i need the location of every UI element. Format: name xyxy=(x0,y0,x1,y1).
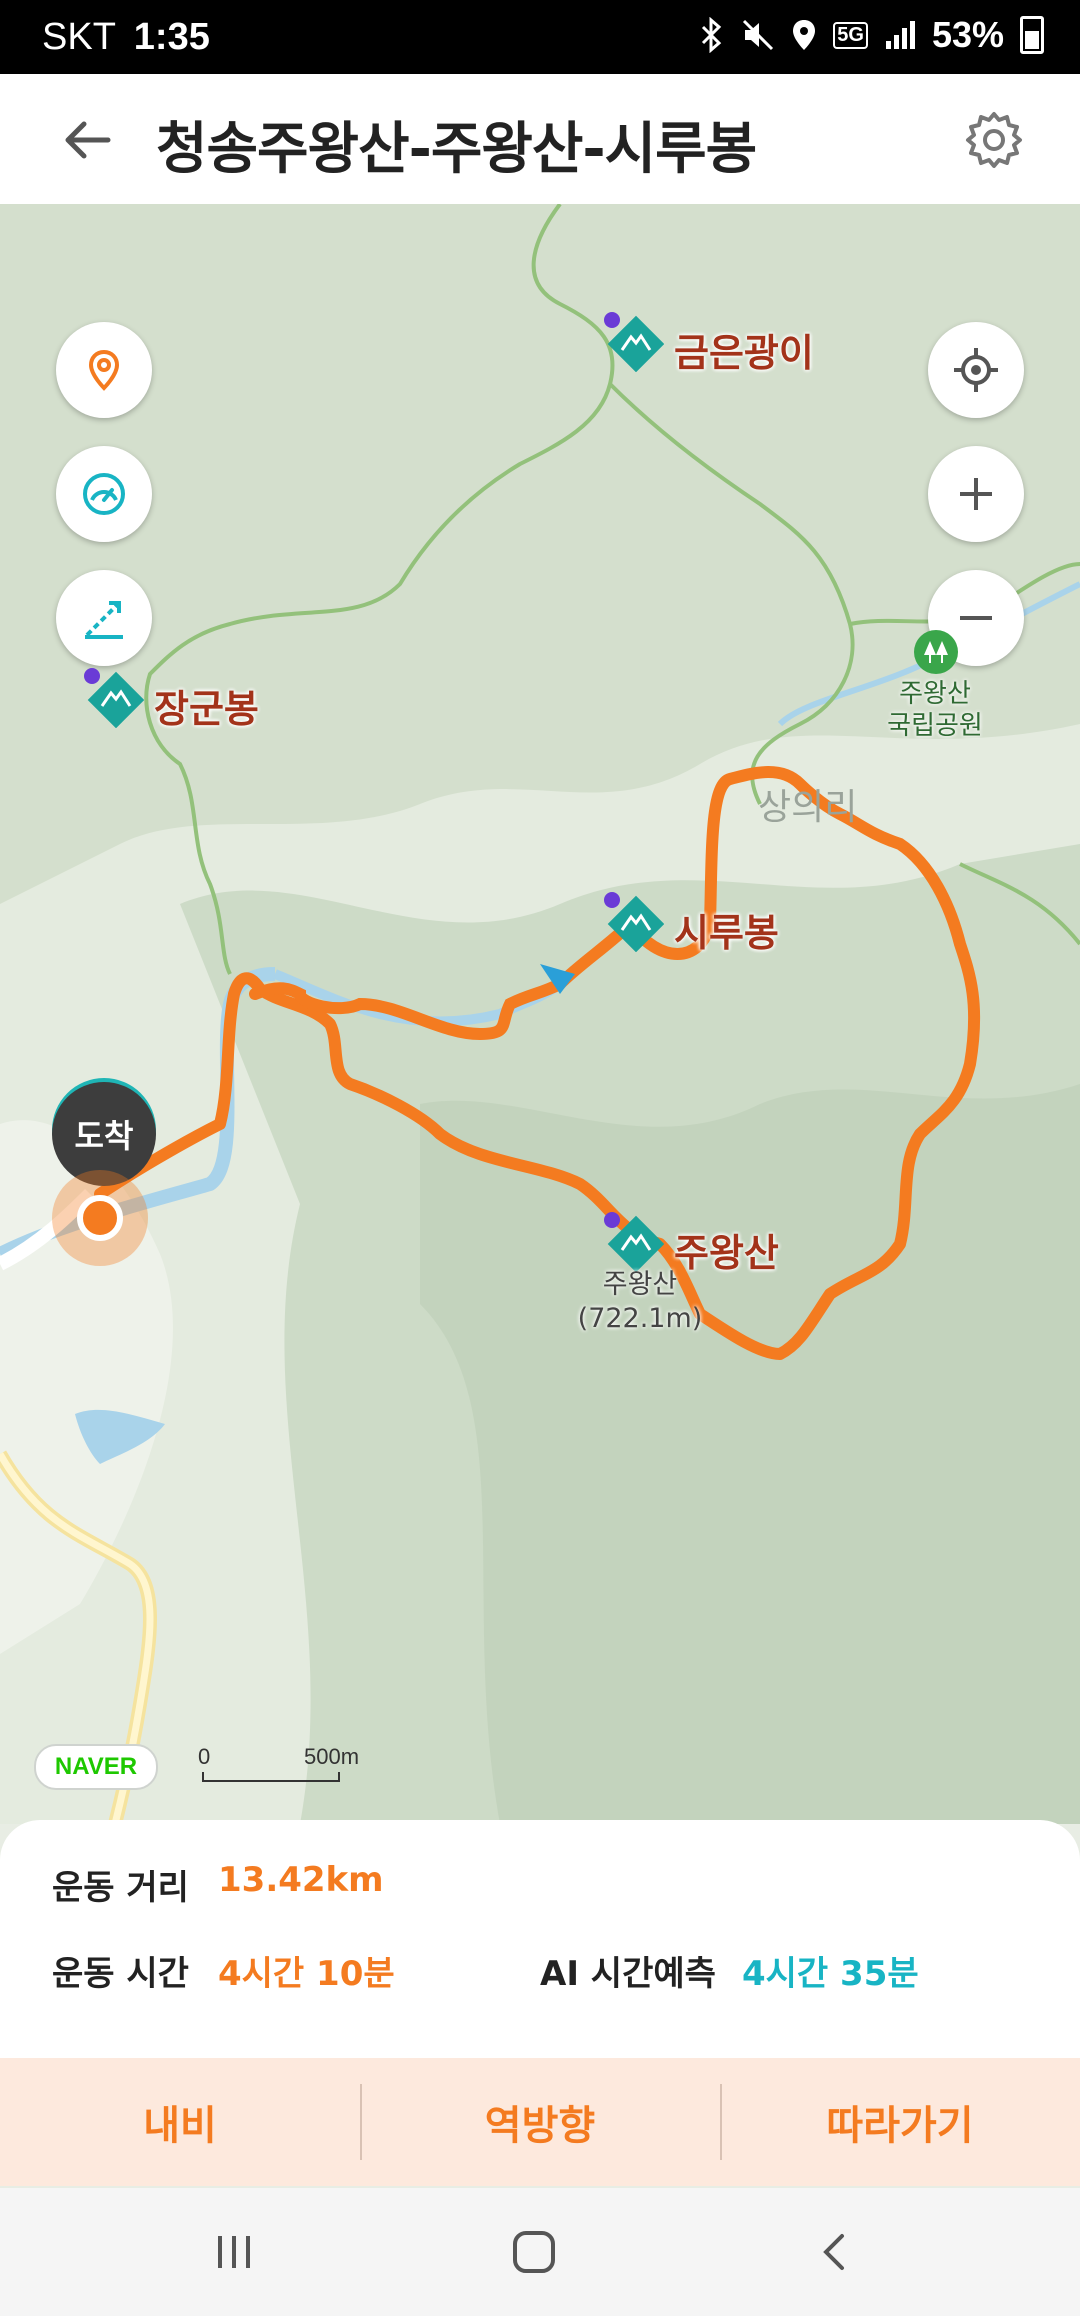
clock: 1:35 xyxy=(133,16,210,58)
recent-apps-icon xyxy=(218,2236,250,2268)
zoom-out-icon xyxy=(960,616,992,620)
mountain-icon xyxy=(84,668,145,729)
status-bar: SKT 1:35 5G 53% xyxy=(0,0,1080,74)
mountain-icon xyxy=(604,892,665,953)
locate-button[interactable] xyxy=(928,322,1024,418)
reverse-button[interactable]: 역방향 xyxy=(360,2058,720,2186)
signal-icon xyxy=(885,21,915,49)
battery-icon xyxy=(1020,16,1044,54)
mute-icon xyxy=(743,19,774,51)
page-title: 청송주왕산-주왕산-시루봉 xyxy=(156,117,757,182)
park-marker[interactable] xyxy=(914,630,958,674)
action-bar: 내비 역방향 따라가기 xyxy=(0,2058,1080,2186)
carrier-name: SKT xyxy=(42,16,116,58)
navi-button[interactable]: 내비 xyxy=(0,2058,360,2186)
zoom-in-button[interactable] xyxy=(928,446,1024,542)
battery-percent: 53% xyxy=(931,14,1004,55)
peak-label: 장군봉 xyxy=(154,687,259,731)
mountain-icon xyxy=(604,312,665,373)
peak-detail: 주왕산 (722.1m) xyxy=(577,1269,703,1334)
zoom-in-icon xyxy=(960,478,992,510)
speed-button[interactable] xyxy=(56,446,152,542)
ai-time-label: AI 시간예측 xyxy=(540,1954,716,1994)
bluetooth-icon xyxy=(702,17,722,53)
system-nav-bar xyxy=(0,2188,1080,2316)
location-icon xyxy=(793,20,816,50)
peak-marker-sirubong[interactable] xyxy=(604,892,665,953)
time-label: 운동 시간 xyxy=(52,1954,189,1994)
peak-marker-janggunbong[interactable] xyxy=(84,668,145,729)
ai-time-value: 4시간 35분 xyxy=(742,1954,919,1994)
home-button[interactable] xyxy=(504,2222,564,2282)
stats-panel: 운동 거리 13.42km 운동 시간 4시간 10분 AI 시간예측 4시간 … xyxy=(0,1820,1080,2060)
pin-icon xyxy=(88,349,120,391)
tree-icon xyxy=(924,641,948,663)
distance-value: 13.42km xyxy=(218,1860,384,1900)
back-button[interactable] xyxy=(56,108,120,172)
app-header: 청송주왕산-주왕산-시루봉 xyxy=(0,74,1080,206)
village-label: 상의리 xyxy=(758,787,858,828)
system-back-button[interactable] xyxy=(806,2222,866,2282)
peak-marker-geumeungwangi[interactable] xyxy=(604,312,665,373)
park-label: 주왕산 국립공원 xyxy=(887,679,983,741)
map-scale: 0 500m xyxy=(198,1744,368,1784)
peak-marker-juwangsan[interactable] xyxy=(604,1212,665,1273)
back-icon xyxy=(823,2234,844,2270)
5g-icon: 5G xyxy=(833,21,868,49)
map-terrain xyxy=(0,204,1080,1824)
speedometer-icon xyxy=(83,473,125,515)
map-view[interactable]: 금은광이 장군봉 시루봉 주왕산 주왕산 (722.1m) 주왕산 국립공원 상… xyxy=(0,204,1080,1824)
gear-icon xyxy=(966,112,1022,168)
poi-pin-button[interactable] xyxy=(56,322,152,418)
locate-icon xyxy=(954,348,998,392)
settings-button[interactable] xyxy=(962,108,1026,172)
time-value: 4시간 10분 xyxy=(218,1954,395,1994)
peak-label: 시루봉 xyxy=(674,911,779,955)
current-location-dot xyxy=(77,1195,123,1241)
mountain-icon xyxy=(604,1212,665,1273)
elevation-button[interactable] xyxy=(56,570,152,666)
distance-label: 운동 거리 xyxy=(52,1868,189,1908)
home-icon xyxy=(513,2231,555,2273)
back-arrow-icon xyxy=(65,121,111,159)
naver-logo: NAVER xyxy=(34,1744,158,1790)
start-point-marker[interactable] xyxy=(52,1170,148,1266)
follow-button[interactable]: 따라가기 xyxy=(720,2058,1080,2186)
elevation-icon xyxy=(85,601,123,639)
recent-apps-button[interactable] xyxy=(204,2222,264,2282)
peak-label: 금은광이 xyxy=(674,331,814,375)
